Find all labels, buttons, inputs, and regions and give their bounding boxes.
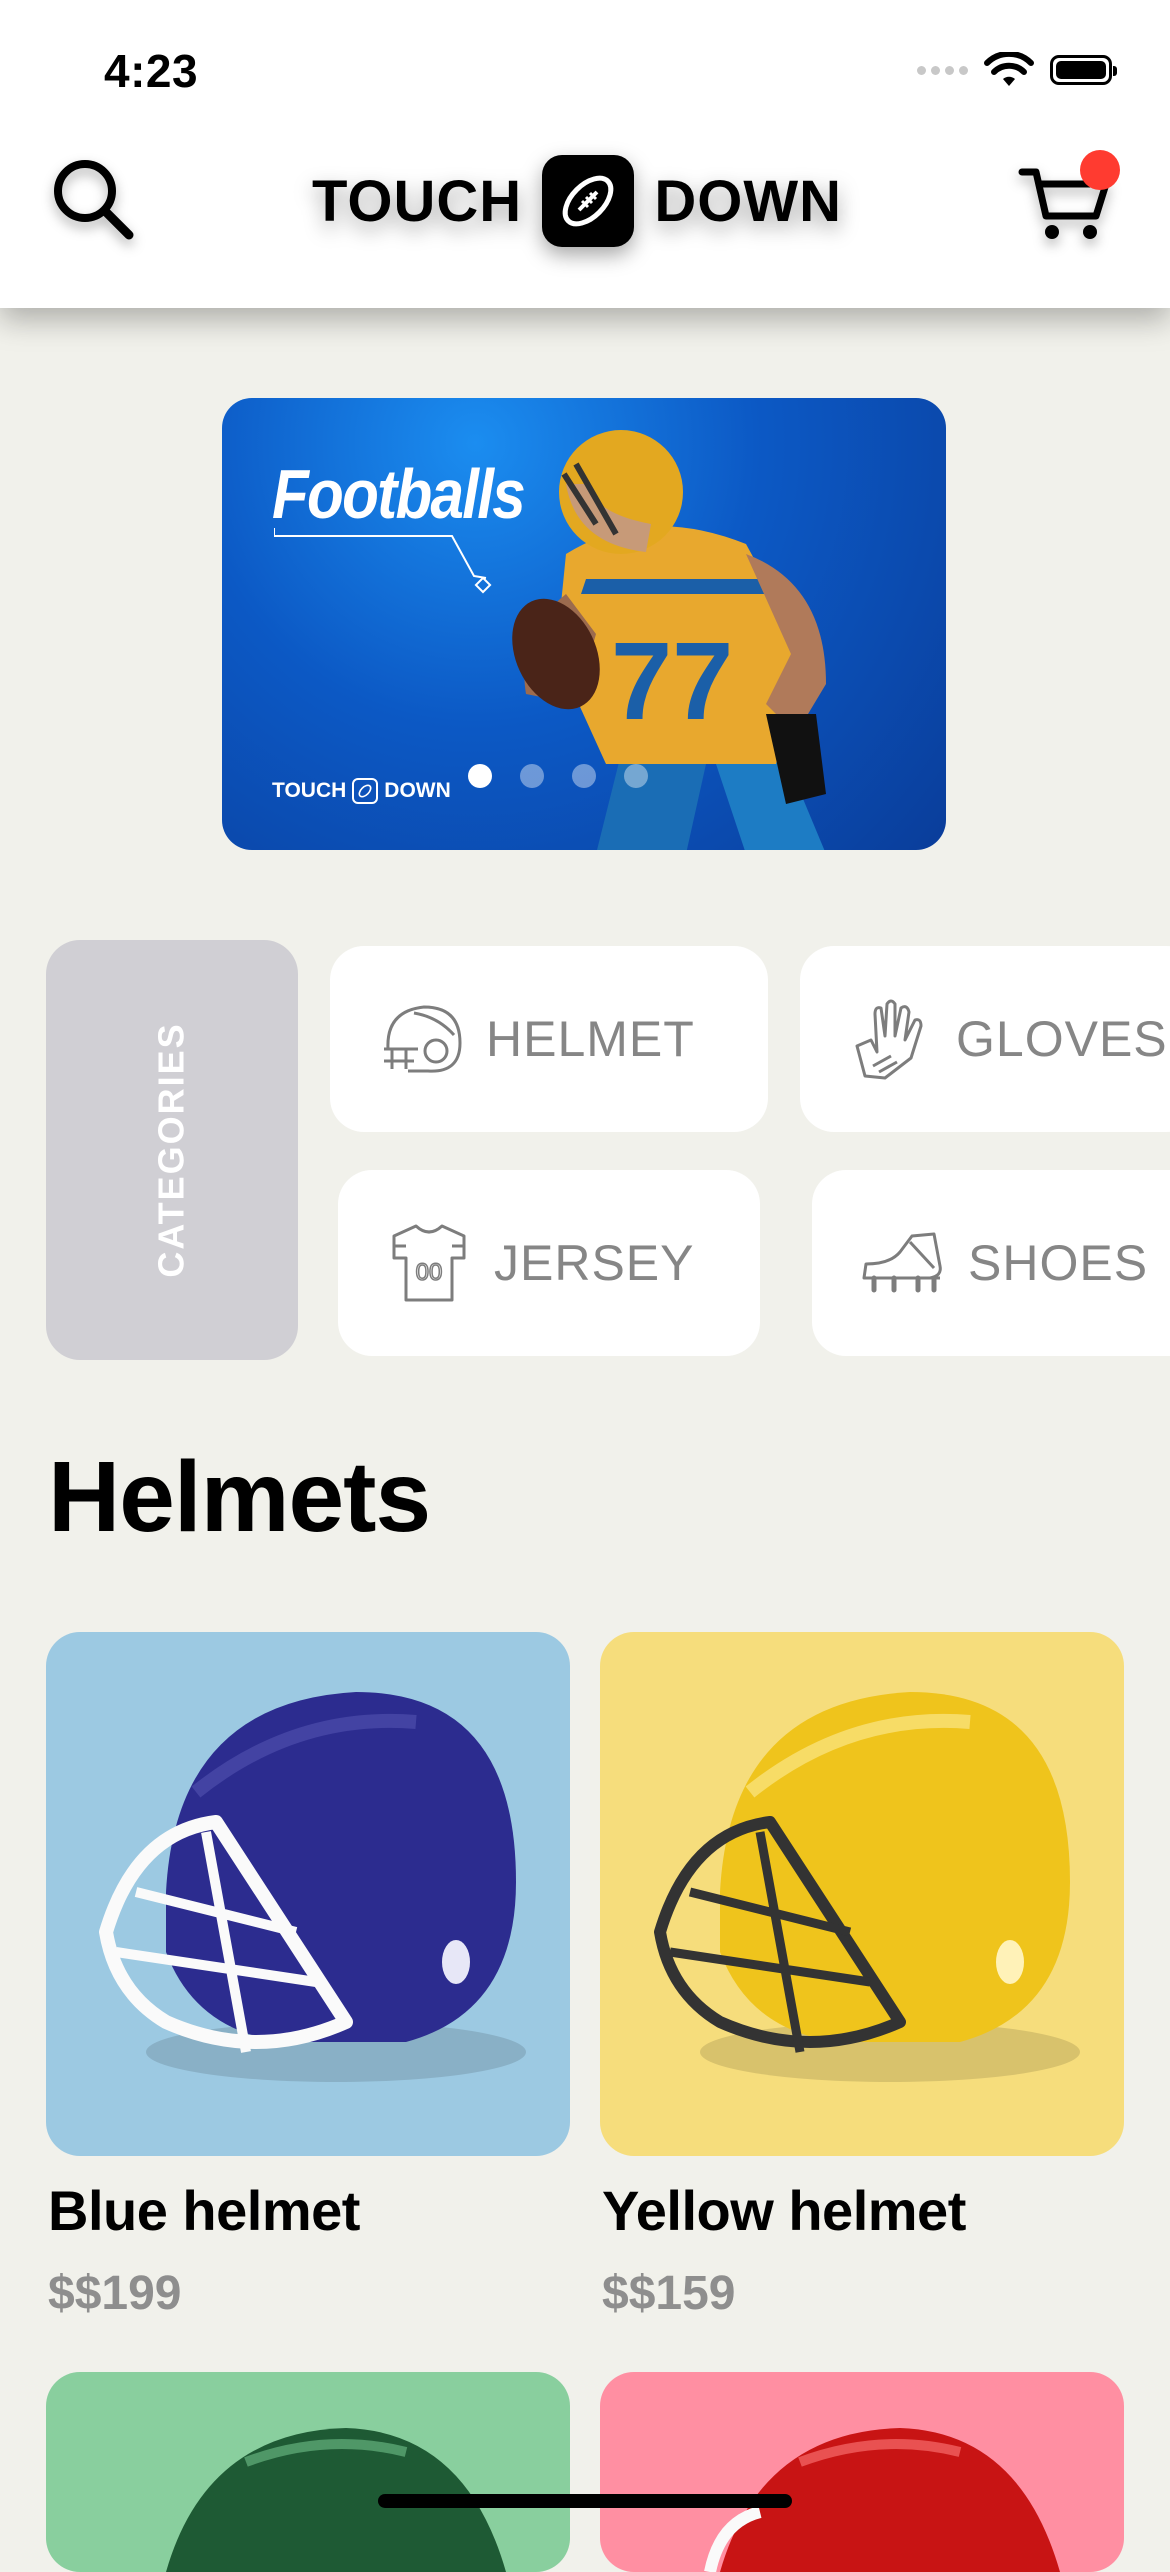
battery-icon bbox=[1050, 55, 1117, 85]
carousel-dot[interactable] bbox=[520, 764, 544, 788]
category-chip-gloves[interactable]: GLOVES bbox=[800, 946, 1170, 1132]
banner-brand-left: TOUCH bbox=[272, 779, 347, 802]
product-name[interactable]: Yellow helmet bbox=[602, 2178, 966, 2243]
carousel-dot[interactable] bbox=[572, 764, 596, 788]
signal-icon bbox=[917, 65, 968, 75]
carousel-dot[interactable] bbox=[624, 764, 648, 788]
shoes-icon bbox=[860, 1220, 946, 1306]
section-title: Helmets bbox=[48, 1441, 431, 1553]
status-icons bbox=[917, 52, 1117, 88]
product-card-image[interactable] bbox=[600, 2372, 1124, 2572]
red-helmet-image bbox=[704, 2428, 1060, 2572]
svg-text:00: 00 bbox=[416, 1259, 443, 1286]
product-card-image[interactable] bbox=[46, 1632, 570, 2156]
svg-text:77: 77 bbox=[611, 620, 733, 743]
categories-label: CATEGORIES bbox=[46, 940, 298, 1360]
product-card-image[interactable] bbox=[600, 1632, 1124, 2156]
product-name[interactable]: Blue helmet bbox=[48, 2178, 360, 2243]
banner-brand: TOUCH DOWN bbox=[272, 778, 451, 804]
brand-logo[interactable]: TOUCH DOWN bbox=[312, 154, 842, 248]
carousel-pagination[interactable] bbox=[468, 764, 648, 788]
product-price: $$159 bbox=[602, 2267, 736, 2320]
category-label: HELMET bbox=[486, 1011, 695, 1067]
banner-title: Footballs bbox=[272, 455, 526, 533]
logo-text-right: DOWN bbox=[654, 168, 842, 234]
banner-decoration bbox=[274, 528, 492, 594]
promo-banner[interactable]: 77 Footballs TOUCH DOWN bbox=[222, 398, 946, 850]
category-chip-jersey[interactable]: 00 JERSEY bbox=[338, 1170, 760, 1356]
logo-text-left: TOUCH bbox=[312, 168, 523, 234]
categories-text: CATEGORIES bbox=[151, 1022, 193, 1278]
search-button[interactable] bbox=[46, 152, 142, 248]
jersey-icon: 00 bbox=[386, 1220, 472, 1306]
gloves-icon bbox=[848, 996, 934, 1082]
banner-brand-right: DOWN bbox=[384, 779, 451, 802]
search-icon bbox=[54, 160, 134, 240]
carousel-dot[interactable] bbox=[468, 764, 492, 788]
app-header: 4:23 TOUCH DOWN bbox=[0, 0, 1170, 308]
cart-badge bbox=[1080, 150, 1120, 190]
home-indicator[interactable] bbox=[378, 2494, 792, 2508]
helmet-icon bbox=[378, 996, 464, 1082]
cart-button[interactable] bbox=[1012, 150, 1120, 250]
football-logo-icon bbox=[542, 155, 635, 247]
category-label: JERSEY bbox=[494, 1235, 695, 1291]
product-price: $$199 bbox=[48, 2267, 182, 2320]
category-label: GLOVES bbox=[956, 1011, 1168, 1067]
football-small-icon bbox=[352, 778, 379, 804]
product-card-image[interactable] bbox=[46, 2372, 570, 2572]
category-chip-shoes[interactable]: SHOES bbox=[812, 1170, 1170, 1356]
status-time: 4:23 bbox=[104, 45, 199, 97]
green-helmet-image bbox=[166, 2428, 506, 2572]
wifi-icon bbox=[984, 52, 1034, 86]
category-label: SHOES bbox=[968, 1235, 1149, 1291]
blue-helmet-image bbox=[99, 1692, 526, 2082]
category-chip-helmet[interactable]: HELMET bbox=[330, 946, 768, 1132]
yellow-helmet-image bbox=[654, 1692, 1080, 2082]
